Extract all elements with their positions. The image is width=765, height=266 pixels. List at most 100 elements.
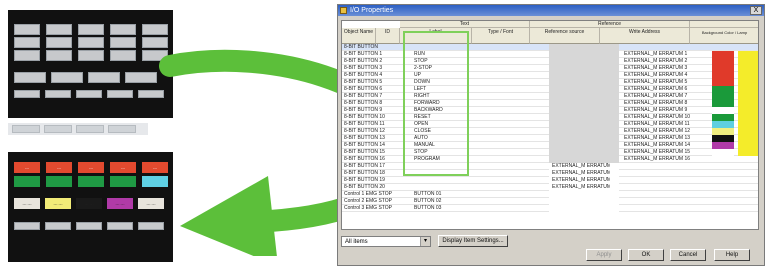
cell-write-address[interactable]: EXTERNAL_M ERRATUM 16 <box>624 156 694 163</box>
cell-color-swatch[interactable] <box>738 93 758 100</box>
display-settings-button[interactable]: Display Item Settings... <box>438 235 508 247</box>
cell-reference-source[interactable] <box>552 51 610 58</box>
cell-reference-source[interactable] <box>552 93 610 100</box>
cell-reference-source[interactable] <box>552 156 610 163</box>
table-row[interactable]: Control 1 EMG STOP BUTTON 01 <box>342 191 758 198</box>
cell-write-address[interactable] <box>624 184 694 191</box>
cell-reference-source[interactable] <box>552 121 610 128</box>
close-button[interactable]: X <box>750 6 762 15</box>
filter-select[interactable]: All items ▾ <box>341 236 431 247</box>
cell-write-address[interactable]: EXTERNAL_M ERRATUM 10 <box>624 114 694 121</box>
cell-reference-source[interactable] <box>552 191 610 198</box>
cell-color-swatch[interactable] <box>712 121 734 128</box>
cell-color-swatch[interactable] <box>712 149 734 156</box>
cell-write-address[interactable] <box>624 177 694 184</box>
table-row[interactable]: 8-BIT BUTTON 19 EXTERNAL_M ERRATUM <box>342 177 758 184</box>
cell-reference-source[interactable] <box>552 114 610 121</box>
cell-write-address[interactable]: EXTERNAL_M ERRATUM 11 <box>624 121 694 128</box>
cell-reference-source[interactable] <box>552 128 610 135</box>
cell-color-swatch[interactable] <box>738 100 758 107</box>
cell-color-swatch[interactable] <box>712 135 734 142</box>
cell-reference-source[interactable]: EXTERNAL_M ERRATUM <box>552 163 610 170</box>
cell-write-address[interactable]: EXTERNAL_M ERRATUM 14 <box>624 142 694 149</box>
cell-reference-source[interactable] <box>552 58 610 65</box>
cell-write-address[interactable]: EXTERNAL_M ERRATUM 12 <box>624 128 694 135</box>
cell-write-address[interactable]: EXTERNAL_M ERRATUM 13 <box>624 135 694 142</box>
cell-color-swatch[interactable] <box>712 128 734 135</box>
cell-label[interactable]: BUTTON 02 <box>414 198 474 205</box>
cell-label[interactable]: BUTTON 03 <box>414 205 474 212</box>
cell-color-swatch[interactable] <box>712 79 734 86</box>
cell-color-swatch[interactable] <box>712 58 734 65</box>
cell-write-address[interactable]: EXTERNAL_M ERRATUM 7 <box>624 93 694 100</box>
cell-write-address[interactable]: EXTERNAL_M ERRATUM 3 <box>624 65 694 72</box>
table-row[interactable]: 8-BIT BUTTON 20 EXTERNAL_M ERRATUM <box>342 184 758 191</box>
cell-color-swatch[interactable] <box>712 51 734 58</box>
cell-reference-source[interactable] <box>552 79 610 86</box>
cell-color-swatch[interactable] <box>738 107 758 114</box>
ok-button[interactable]: OK <box>628 249 664 261</box>
cell-color-swatch[interactable] <box>712 65 734 72</box>
cell-color-swatch[interactable] <box>712 72 734 79</box>
col-header-type[interactable]: Type / Font <box>472 28 530 44</box>
cell-write-address[interactable]: EXTERNAL_M ERRATUM 9 <box>624 107 694 114</box>
cell-color-swatch[interactable] <box>738 86 758 93</box>
cell-reference-source[interactable] <box>552 86 610 93</box>
cell-reference-source[interactable]: EXTERNAL_M ERRATUM <box>552 170 610 177</box>
table-row[interactable]: Control 3 EMG STOP BUTTON 03 <box>342 205 758 212</box>
cell-label[interactable] <box>414 177 474 184</box>
col-header-object-name[interactable]: Object Name <box>342 28 376 44</box>
cell-write-address[interactable]: EXTERNAL_M ERRATUM 4 <box>624 72 694 79</box>
col-header-colors[interactable]: Background Color / Lamp <box>690 28 758 44</box>
cell-color-swatch[interactable] <box>738 142 758 149</box>
col-header-write-address[interactable]: Write Address <box>600 28 690 44</box>
col-header-reference-source[interactable]: Reference source <box>530 28 600 44</box>
cell-write-address[interactable]: EXTERNAL_M ERRATUM 2 <box>624 58 694 65</box>
cell-color-swatch[interactable] <box>712 86 734 93</box>
cell-reference-source[interactable] <box>552 142 610 149</box>
cell-color-swatch[interactable] <box>738 58 758 65</box>
cell-reference-source[interactable] <box>552 149 610 156</box>
cell-color-swatch[interactable] <box>712 100 734 107</box>
cell-reference-source[interactable] <box>552 100 610 107</box>
cell-write-address[interactable]: EXTERNAL_M ERRATUM 5 <box>624 79 694 86</box>
table-row[interactable]: Control 2 EMG STOP BUTTON 02 <box>342 198 758 205</box>
cell-write-address[interactable] <box>624 163 694 170</box>
cell-color-swatch[interactable] <box>712 142 734 149</box>
cell-write-address[interactable] <box>624 191 694 198</box>
cell-write-address[interactable] <box>624 205 694 212</box>
cell-reference-source[interactable] <box>552 205 610 212</box>
cell-reference-source[interactable] <box>552 44 610 51</box>
apply-button[interactable]: Apply <box>586 249 622 261</box>
cell-color-swatch[interactable] <box>738 149 758 156</box>
cell-write-address[interactable]: EXTERNAL_M ERRATUM 8 <box>624 100 694 107</box>
cell-reference-source[interactable] <box>552 72 610 79</box>
cell-reference-source[interactable]: EXTERNAL_M ERRATUM <box>552 184 610 191</box>
cell-color-swatch[interactable] <box>738 79 758 86</box>
cell-label[interactable]: BUTTON 01 <box>414 191 474 198</box>
cell-color-swatch[interactable] <box>712 93 734 100</box>
cell-color-swatch[interactable] <box>738 114 758 121</box>
cell-color-swatch[interactable] <box>738 51 758 58</box>
cell-reference-source[interactable]: EXTERNAL_M ERRATUM <box>552 177 610 184</box>
cell-color-swatch[interactable] <box>738 72 758 79</box>
cell-color-swatch[interactable] <box>738 65 758 72</box>
cell-color-swatch[interactable] <box>712 114 734 121</box>
cell-reference-source[interactable] <box>552 198 610 205</box>
cell-write-address[interactable] <box>624 170 694 177</box>
cell-color-swatch[interactable] <box>712 107 734 114</box>
cell-color-swatch[interactable] <box>738 135 758 142</box>
cell-color-swatch[interactable] <box>738 128 758 135</box>
cell-write-address[interactable] <box>624 198 694 205</box>
cell-label[interactable] <box>414 184 474 191</box>
cell-reference-source[interactable] <box>552 107 610 114</box>
cell-write-address[interactable]: EXTERNAL_M ERRATUM 1 <box>624 51 694 58</box>
cell-reference-source[interactable] <box>552 65 610 72</box>
cell-color-swatch[interactable] <box>738 121 758 128</box>
col-header-id[interactable]: ID <box>376 28 400 44</box>
cancel-button[interactable]: Cancel <box>670 249 706 261</box>
cell-reference-source[interactable] <box>552 135 610 142</box>
cell-write-address[interactable]: EXTERNAL_M ERRATUM 6 <box>624 86 694 93</box>
cell-write-address[interactable] <box>624 44 694 51</box>
cell-write-address[interactable]: EXTERNAL_M ERRATUM 15 <box>624 149 694 156</box>
